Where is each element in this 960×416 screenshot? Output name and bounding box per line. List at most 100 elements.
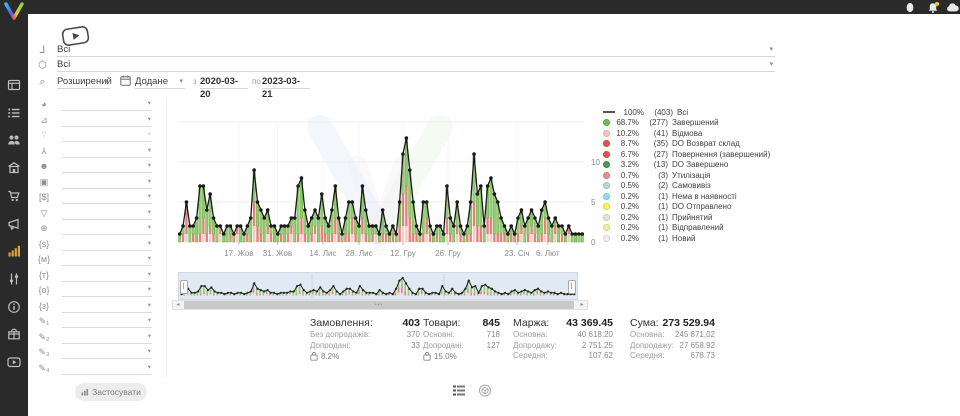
navigator-right-handle[interactable]: [568, 280, 576, 294]
user-icon[interactable]: [903, 2, 917, 13]
filter-select[interactable]: ▾: [62, 207, 152, 220]
chevron-down-icon: ▾: [148, 240, 151, 248]
chart-scrollbar[interactable]: ◂ ▸ •••: [172, 300, 588, 310]
navigator-left-handle[interactable]: [180, 280, 188, 294]
sidebar-item-cart[interactable]: [0, 184, 28, 208]
chevron-down-icon: ▾: [148, 364, 151, 372]
filter-row-custom-field-4[interactable]: ✎₄ ▾: [36, 362, 156, 376]
filter-row-utm-content[interactable]: {о} ▾: [36, 284, 156, 298]
filter-select[interactable]: ▾: [62, 129, 152, 142]
date-from-input[interactable]: 2020-03-20: [200, 75, 248, 89]
legend-item[interactable]: 0.2% (1) Відправлений: [603, 223, 788, 234]
filter-row-payment[interactable]: [$] ▾: [36, 191, 156, 205]
filter-select[interactable]: ▾: [62, 145, 152, 158]
filter-select[interactable]: ▾: [62, 331, 152, 344]
legend-item[interactable]: 0.2% (1) Новий: [603, 233, 788, 244]
legend-item[interactable]: 0.2% (1) Нема в наявності: [603, 191, 788, 202]
scroll-right-arrow[interactable]: ▸: [577, 301, 587, 309]
sidebar-item-integrations[interactable]: [0, 322, 28, 346]
filter-row-region-globe[interactable]: ⊕ ▾: [36, 222, 156, 236]
legend-item[interactable]: 0.7% (3) Утилізація: [603, 170, 788, 181]
sidebar-item-video-tutorials[interactable]: [0, 350, 28, 374]
chevron-down-icon: ▾: [148, 116, 151, 124]
stat-value: 273 529.94: [662, 317, 715, 330]
bell-icon[interactable]: [926, 2, 940, 13]
product-view-toggle[interactable]: [478, 384, 492, 397]
filter-select[interactable]: ▾: [62, 191, 152, 204]
orders-status-chart[interactable]: 17. Жов31. Жов14. Лис28. Лис12. Гру26. Г…: [178, 104, 604, 262]
sidebar-item-analytics[interactable]: [0, 239, 28, 263]
filter-select[interactable]: ▾: [62, 346, 152, 359]
legend-item[interactable]: 10.2% (41) Відмова: [603, 128, 788, 139]
filter-row-sales-channel[interactable]: ◕ ▾: [36, 98, 156, 112]
filter-row-utm-medium[interactable]: {м} ▾: [36, 253, 156, 267]
filter-row-manager[interactable]: ☻ ▾: [36, 160, 156, 174]
legend-count: (3): [642, 171, 668, 180]
stat-title: Маржа:: [513, 317, 549, 330]
legend-item[interactable]: 100% (403) Всі: [603, 107, 788, 118]
filter-row-hierarchy[interactable]: ⅄ ▾: [36, 145, 156, 159]
filter-select[interactable]: ▾: [62, 300, 152, 313]
legend-item[interactable]: 0.2% (1) DO Отправлено: [603, 202, 788, 213]
sidebar-item-customers[interactable]: [0, 128, 28, 152]
scrollbar-thumb[interactable]: •••: [184, 301, 574, 309]
filter-select[interactable]: ▾: [62, 160, 152, 173]
date-field-select[interactable]: Додане ▾: [135, 75, 185, 89]
chevron-down-icon: ▾: [148, 302, 151, 310]
filter-row-utm-source[interactable]: {s} ▾: [36, 238, 156, 252]
filter-row-custom-field-3[interactable]: ✎₃ ▾: [36, 346, 156, 360]
store-icon: [7, 161, 21, 175]
custom-field-4-icon: ✎₄: [36, 362, 52, 375]
legend-item[interactable]: 3.2% (13) DO Завершено: [603, 160, 788, 171]
chevron-down-icon: ▾: [104, 75, 108, 88]
apply-button[interactable]: Застосувати: [75, 383, 147, 401]
sidebar-item-marketing[interactable]: [0, 212, 28, 236]
legend-item[interactable]: 0.5% (2) Самовивіз: [603, 181, 788, 192]
legend-percent: 0.2%: [613, 213, 639, 222]
brand-logo[interactable]: [3, 1, 25, 21]
legend-item[interactable]: 0.2% (1) Прийнятий: [603, 212, 788, 223]
filter-row-funnel[interactable]: ▽ ▾: [36, 207, 156, 221]
legend-item[interactable]: 68.7% (277) Завершений: [603, 118, 788, 129]
stat-sub-row: Основні:718: [423, 330, 500, 341]
filter-select[interactable]: ▾: [62, 176, 152, 189]
date-to-input[interactable]: 2023-03-21: [262, 75, 310, 89]
legend-percent: 0.2%: [613, 234, 639, 243]
cloud-icon[interactable]: [946, 2, 960, 13]
list-view-toggle[interactable]: [452, 384, 466, 397]
filter-select[interactable]: ▾: [62, 269, 152, 282]
sidebar-item-settings-sliders[interactable]: [0, 267, 28, 291]
shopping-bag-icon: [310, 352, 318, 361]
search-mode-select[interactable]: Розширений ▾: [57, 75, 110, 89]
chart-navigator[interactable]: [178, 272, 578, 300]
sidebar-item-store[interactable]: [0, 156, 28, 180]
marketing-icon: [7, 217, 21, 231]
stat-sub-row: Основна:245 871.02: [630, 330, 715, 341]
filter-row-utm-campaign[interactable]: {з} ▾: [36, 300, 156, 314]
filter-row-custom-field-2[interactable]: ✎₂ ▾: [36, 331, 156, 345]
search-icon[interactable]: ⌕: [36, 76, 49, 89]
product-filter[interactable]: Всі ▾: [57, 58, 775, 72]
filter-row-custom-field-1[interactable]: ✎₁ ▾: [36, 315, 156, 329]
scroll-left-arrow[interactable]: ◂: [173, 301, 183, 309]
stat-sub-row: Допродані:127: [423, 341, 500, 352]
category-filter[interactable]: Всі ▾: [57, 43, 775, 57]
sidebar-item-info[interactable]: [0, 295, 28, 319]
filter-select[interactable]: ▾: [62, 362, 152, 375]
chevron-down-icon: ▾: [769, 58, 773, 71]
svg-text:28. Лис: 28. Лис: [346, 249, 373, 258]
filter-row-status-angle[interactable]: ⊿ ▾: [36, 114, 156, 128]
filter-select[interactable]: ▾: [62, 98, 152, 111]
legend-item[interactable]: 8.7% (35) DO Возврат склад: [603, 139, 788, 150]
filter-select[interactable]: ▾: [62, 238, 152, 251]
filter-select[interactable]: ▾: [62, 284, 152, 297]
sidebar-item-dashboard[interactable]: [0, 73, 28, 97]
filter-row-utm-term[interactable]: {т} ▾: [36, 269, 156, 283]
filter-select[interactable]: ▾: [62, 253, 152, 266]
filter-select[interactable]: ▾: [62, 114, 152, 127]
legend-item[interactable]: 6.7% (27) Повернення (завершений): [603, 149, 788, 160]
filter-select[interactable]: ▾: [62, 315, 152, 328]
filter-row-product-box[interactable]: ▣ ▾: [36, 176, 156, 190]
sidebar-item-orders-list[interactable]: [0, 101, 28, 125]
filter-select[interactable]: ▾: [62, 222, 152, 235]
